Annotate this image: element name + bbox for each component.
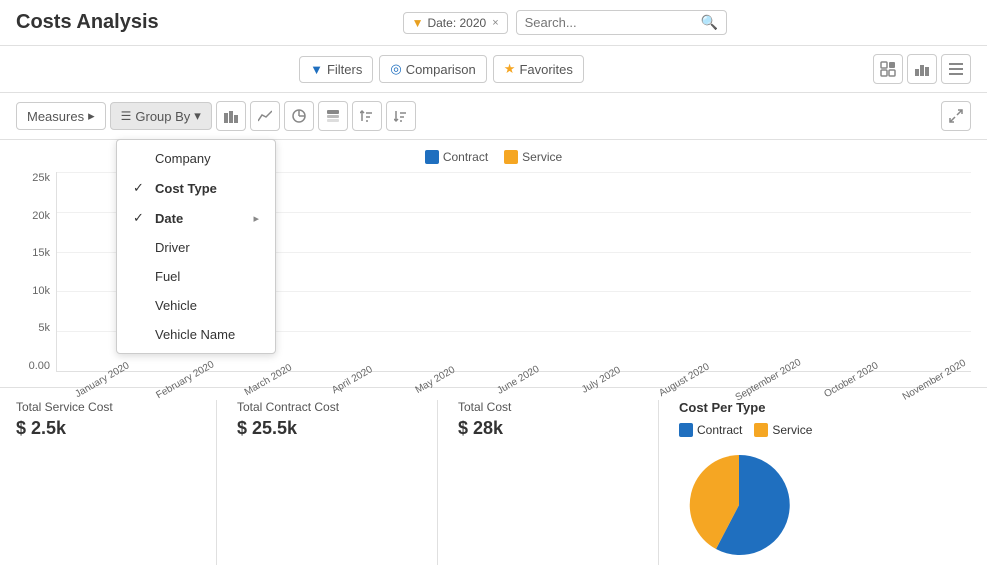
- dropdown-item-driver[interactable]: Driver: [117, 233, 275, 262]
- total-cost-value: $ 28k: [458, 418, 638, 439]
- dropdown-item-vehicle[interactable]: Vehicle: [117, 291, 275, 320]
- total-contract-cost-value: $ 25.5k: [237, 418, 417, 439]
- pie-service-label: Service: [772, 423, 812, 437]
- filter-tag[interactable]: ▼ Date: 2020 ×: [403, 12, 508, 34]
- dropdown-item-company[interactable]: Company: [117, 144, 275, 173]
- pie-section: Cost Per Type Contract Service: [679, 400, 971, 565]
- x-axis-spacer: [16, 372, 56, 387]
- total-contract-cost-label: Total Contract Cost: [237, 400, 417, 414]
- summary-section: Total Service Cost $ 2.5k Total Contract…: [0, 387, 987, 577]
- dropdown-cost-type-label: Cost Type: [155, 181, 217, 196]
- dropdown-item-fuel[interactable]: Fuel: [117, 262, 275, 291]
- pie-legend: Contract Service: [679, 423, 971, 437]
- funnel-icon: ▼: [412, 16, 424, 30]
- pie-legend-service: Service: [754, 423, 812, 437]
- y-label-25k: 25k: [32, 172, 50, 184]
- pie-container: [679, 445, 971, 565]
- divider-1: [216, 400, 217, 565]
- nav-tabs: ▼ Filters ◎ Comparison ★ Favorites: [16, 55, 867, 83]
- check-cost-type-icon: ✓: [133, 180, 149, 196]
- total-cost-item: Total Cost $ 28k: [458, 400, 658, 565]
- legend-service: Service: [504, 150, 562, 164]
- header: Costs Analysis ▼ Date: 2020 × 🔍: [0, 0, 987, 46]
- total-service-cost-item: Total Service Cost $ 2.5k: [16, 400, 216, 565]
- kanban-view-button[interactable]: [873, 54, 903, 84]
- menu-icon: ☰: [121, 109, 132, 123]
- divider-3: [658, 400, 659, 565]
- total-service-cost-label: Total Service Cost: [16, 400, 196, 414]
- contract-legend-label: Contract: [443, 150, 488, 164]
- sub-toolbar: Measures ▸ ☰ Group By ▾ Company ✓ Cost T…: [0, 93, 987, 140]
- dropdown-company-label: Company: [155, 151, 211, 166]
- comparison-button[interactable]: ◎ Comparison: [379, 55, 486, 83]
- pie-contract-dot: [679, 423, 693, 437]
- favorites-label: Favorites: [519, 62, 572, 77]
- filter-icon: ▼: [310, 62, 323, 77]
- dropdown-driver-label: Driver: [155, 240, 190, 255]
- y-label-20k: 20k: [32, 210, 50, 222]
- contract-legend-dot: [425, 150, 439, 164]
- y-label-0: 0.00: [29, 360, 50, 372]
- pie-service-dot: [754, 423, 768, 437]
- dropdown-item-cost-type[interactable]: ✓ Cost Type: [117, 173, 275, 203]
- sort-asc-icon-button[interactable]: [352, 101, 382, 131]
- filters-button[interactable]: ▼ Filters: [299, 56, 373, 83]
- dropdown-item-date[interactable]: ✓ Date ▸: [117, 203, 275, 233]
- measures-button[interactable]: Measures ▸: [16, 102, 106, 130]
- dropdown-item-vehicle-name[interactable]: Vehicle Name: [117, 320, 275, 349]
- comparison-label: Comparison: [406, 62, 476, 77]
- x-labels: January 2020February 2020March 2020April…: [56, 372, 971, 387]
- total-service-cost-value: $ 2.5k: [16, 418, 196, 439]
- group-by-button[interactable]: ☰ Group By ▾: [110, 102, 212, 130]
- dropdown-vehicle-name-label: Vehicle Name: [155, 327, 235, 342]
- toolbar: ▼ Filters ◎ Comparison ★ Favorites: [0, 46, 987, 93]
- favorites-button[interactable]: ★ Favorites: [493, 55, 584, 83]
- line-chart-icon-button[interactable]: [250, 101, 280, 131]
- filters-label: Filters: [327, 62, 362, 77]
- dropdown-vehicle-label: Vehicle: [155, 298, 197, 313]
- dropdown-fuel-label: Fuel: [155, 269, 180, 284]
- page-title: Costs Analysis: [16, 11, 159, 34]
- expand-icon-button[interactable]: [941, 101, 971, 131]
- y-label-15k: 15k: [32, 247, 50, 259]
- total-contract-cost-item: Total Contract Cost $ 25.5k: [237, 400, 437, 565]
- y-axis: 25k 20k 15k 10k 5k 0.00: [16, 172, 56, 372]
- search-icon[interactable]: 🔍: [701, 14, 718, 31]
- filter-close-icon[interactable]: ×: [492, 17, 498, 29]
- filter-label: Date: 2020: [427, 16, 486, 30]
- list-view-button[interactable]: [941, 54, 971, 84]
- search-input[interactable]: [525, 15, 701, 30]
- group-by-dropdown: Company ✓ Cost Type ✓ Date ▸ Driver Fuel…: [116, 139, 276, 354]
- star-icon: ★: [504, 61, 516, 77]
- header-center: ▼ Date: 2020 × 🔍: [159, 10, 971, 35]
- measures-label: Measures: [27, 109, 84, 124]
- service-legend-label: Service: [522, 150, 562, 164]
- service-legend-dot: [504, 150, 518, 164]
- y-label-10k: 10k: [32, 285, 50, 297]
- pie-chart: [679, 445, 799, 565]
- y-label-5k: 5k: [38, 322, 50, 334]
- x-axis: January 2020February 2020March 2020April…: [16, 372, 971, 387]
- comparison-icon: ◎: [390, 61, 401, 77]
- pie-chart-icon-button[interactable]: [284, 101, 314, 131]
- pie-title: Cost Per Type: [679, 400, 971, 415]
- measures-arrow-icon: ▸: [88, 108, 95, 124]
- pie-legend-contract: Contract: [679, 423, 742, 437]
- search-box: 🔍: [516, 10, 727, 35]
- group-by-label: Group By: [135, 109, 190, 124]
- date-arrow-icon: ▸: [253, 212, 259, 225]
- legend-contract: Contract: [425, 150, 488, 164]
- sort-desc-icon-button[interactable]: [386, 101, 416, 131]
- pie-contract-label: Contract: [697, 423, 742, 437]
- stack-icon-button[interactable]: [318, 101, 348, 131]
- bar-chart-icon-button[interactable]: [216, 101, 246, 131]
- view-buttons: [873, 54, 971, 84]
- group-by-arrow-icon: ▾: [194, 108, 201, 124]
- bar-chart-view-button[interactable]: [907, 54, 937, 84]
- check-date-icon: ✓: [133, 210, 149, 226]
- divider-2: [437, 400, 438, 565]
- dropdown-date-label: Date: [155, 211, 183, 226]
